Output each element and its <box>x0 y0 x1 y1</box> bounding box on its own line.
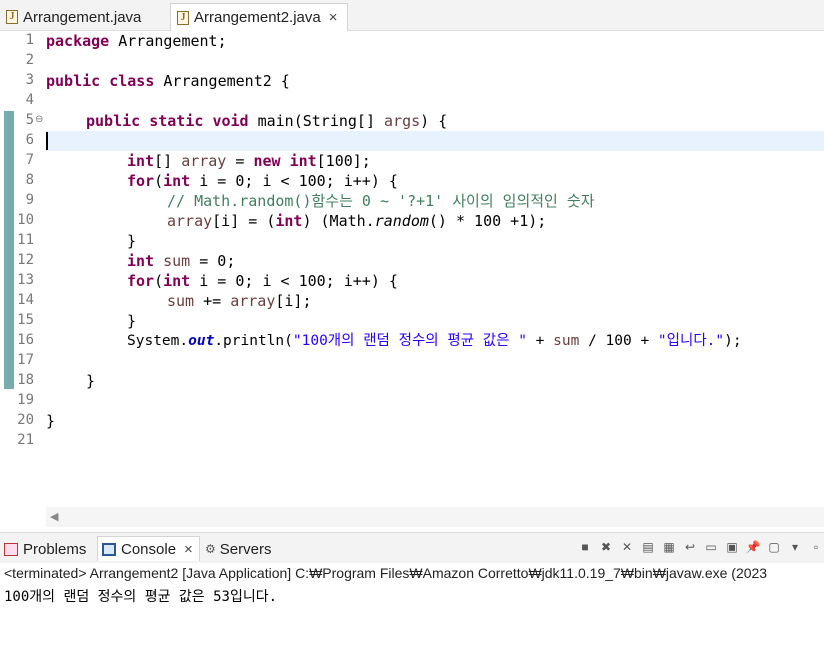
remove-all-terminated-icon[interactable]: ✕ <box>619 539 635 555</box>
code-line: } <box>46 412 56 430</box>
tab-servers[interactable]: ⚙ Servers <box>205 537 271 561</box>
code-line: } <box>86 372 96 390</box>
code-line: System.out.println("100개의 랜덤 정수의 평균 값은 "… <box>127 333 742 349</box>
line-number: 16 <box>17 332 34 348</box>
line-number: 10 <box>17 212 34 228</box>
code-line: for(int i = 0; i < 100; i++) { <box>127 172 398 190</box>
remove-launch-icon[interactable]: ✖ <box>598 539 614 555</box>
code-line: sum += array[i]; <box>167 292 312 310</box>
code-line: } <box>127 232 137 250</box>
display-console-icon[interactable]: ▢ <box>766 539 782 555</box>
code-line: } <box>127 312 137 330</box>
console-icon <box>102 542 116 556</box>
code-line: int[] array = new int[100]; <box>127 152 371 170</box>
console-output: 100개의 랜덤 정수의 평균 값은 53입니다. <box>4 589 278 605</box>
line-number: 6 <box>25 132 34 148</box>
word-wrap-icon[interactable]: ↩ <box>682 539 698 555</box>
change-bar <box>4 111 14 389</box>
tab-problems[interactable]: Problems <box>4 537 86 561</box>
pin-console-icon[interactable]: 📌 <box>745 539 761 555</box>
open-console-icon[interactable]: ▫ <box>808 539 824 555</box>
line-number: 20 <box>17 412 34 428</box>
scroll-lock-icon[interactable]: ▦ <box>661 539 677 555</box>
line-number: 18 <box>17 372 34 388</box>
line-number: 15 <box>17 312 34 328</box>
console-panel: Problems Console × ⚙ Servers ■ ✖ ✕ ▤ ▦ ↩… <box>0 532 824 646</box>
line-number: 7 <box>25 152 34 168</box>
code-area[interactable]: package Arrangement; public class Arrang… <box>46 31 824 507</box>
code-line: array[i] = (int) (Math.random() * 100 +1… <box>167 212 547 230</box>
close-tab-icon[interactable]: × <box>329 9 338 26</box>
java-file-icon: J <box>177 10 189 25</box>
scroll-left-icon[interactable]: ◀ <box>50 510 58 523</box>
terminate-icon[interactable]: ■ <box>577 539 593 555</box>
line-number: 8 <box>25 172 34 188</box>
show-on-error-icon[interactable]: ▣ <box>724 539 740 555</box>
show-on-output-icon[interactable]: ▭ <box>703 539 719 555</box>
clear-console-icon[interactable]: ▤ <box>640 539 656 555</box>
tab-console[interactable]: Console × <box>97 536 200 561</box>
chevron-down-icon[interactable]: ▾ <box>787 539 803 555</box>
code-comment: // Math.random()함수는 0 ~ '?+1' 사이의 임의적인 숫… <box>167 192 595 210</box>
line-number-ruler: 1 2 3 4 5 ⊖ 6 7 8 9 10 11 12 13 14 15 16… <box>14 31 44 507</box>
line-number: 19 <box>17 392 34 408</box>
tab-label: Arrangement2.java <box>194 9 321 26</box>
code-line: package Arrangement; <box>46 32 227 50</box>
line-number: 3 <box>25 72 34 88</box>
code-line: int sum = 0; <box>127 252 236 270</box>
tab-arrangement-java[interactable]: J Arrangement.java <box>0 4 168 30</box>
line-number: 14 <box>17 292 34 308</box>
servers-icon: ⚙ <box>205 542 216 556</box>
console-status-line: <terminated> Arrangement2 [Java Applicat… <box>4 565 768 581</box>
code-line: public class Arrangement2 { <box>46 72 290 90</box>
line-number: 21 <box>17 432 34 448</box>
line-number: 4 <box>25 92 34 108</box>
line-number: 11 <box>17 232 34 248</box>
code-line: public static void main(String[] args) { <box>86 112 448 130</box>
tab-label: Arrangement.java <box>23 8 142 26</box>
fold-collapse-icon[interactable]: ⊖ <box>35 114 43 125</box>
problems-icon <box>4 542 18 556</box>
code-line: for(int i = 0; i < 100; i++) { <box>127 272 398 290</box>
java-file-icon: J <box>6 10 18 24</box>
line-number: 2 <box>25 52 34 68</box>
horizontal-scrollbar[interactable]: ◀ <box>46 507 824 527</box>
line-number: 5 <box>25 112 34 128</box>
line-number: 1 <box>25 32 34 48</box>
line-number: 13 <box>17 272 34 288</box>
code-editor[interactable]: 1 2 3 4 5 ⊖ 6 7 8 9 10 11 12 13 14 15 16… <box>0 31 824 527</box>
line-number: 17 <box>17 352 34 368</box>
panel-tab-bar: Problems Console × ⚙ Servers ■ ✖ ✕ ▤ ▦ ↩… <box>0 533 824 563</box>
close-tab-icon[interactable]: × <box>184 541 193 558</box>
console-toolbar: ■ ✖ ✕ ▤ ▦ ↩ ▭ ▣ 📌 ▢ ▾ ▫ <box>577 539 824 555</box>
line-number: 12 <box>17 252 34 268</box>
editor-tab-bar: J Arrangement.java J Arrangement2.java × <box>0 0 824 31</box>
tab-arrangement2-java[interactable]: J Arrangement2.java × <box>170 3 348 31</box>
line-number: 9 <box>25 192 34 208</box>
